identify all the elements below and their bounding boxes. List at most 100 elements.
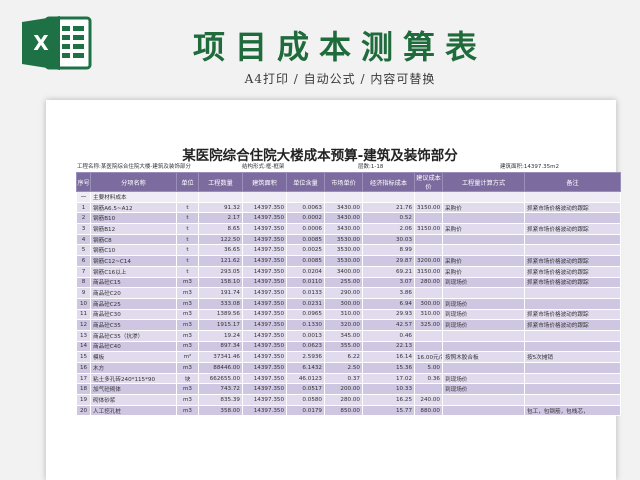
column-header[interactable]: 建筑面积: [242, 172, 287, 192]
remark-cell[interactable]: 抓紧市场价格波动的跟踪: [524, 308, 621, 321]
remark-cell[interactable]: 按5次摊销: [524, 351, 621, 363]
quantity-cell[interactable]: 897.34: [198, 340, 243, 353]
item-name-cell[interactable]: 商品砼C35（抗渗）: [90, 329, 177, 342]
quantity-cell[interactable]: 333.08: [198, 297, 243, 310]
calc-method-cell[interactable]: [442, 362, 525, 374]
index-cost-cell[interactable]: 22.13: [362, 340, 415, 353]
row-number-cell[interactable]: 12: [76, 319, 91, 331]
calc-method-cell[interactable]: [442, 329, 525, 342]
table-row[interactable]: 16 木方 m3 88446.00 14397.350 6.1432 2.50 15.36 5.…: [76, 362, 621, 374]
suggested-price-cell[interactable]: 3150.00: [414, 265, 443, 278]
index-cost-cell[interactable]: 29.93: [362, 308, 415, 321]
unit-content-cell[interactable]: 0.0204: [286, 265, 325, 278]
suggested-price-cell[interactable]: 325.00: [414, 319, 443, 331]
calc-method-cell[interactable]: [442, 404, 525, 417]
building-area-cell[interactable]: 14397.350: [242, 265, 287, 278]
building-area-cell[interactable]: 14397.350: [242, 287, 287, 299]
column-header[interactable]: 序号: [76, 172, 91, 192]
market-price-cell[interactable]: 850.00: [324, 404, 363, 417]
calc-method-cell[interactable]: 按照木胶合板: [442, 351, 525, 363]
column-header[interactable]: 建议成本价: [414, 172, 443, 192]
calc-method-cell[interactable]: 采购价: [442, 265, 525, 278]
suggested-price-cell[interactable]: 310.00: [414, 308, 443, 321]
item-name-cell[interactable]: 木方: [90, 362, 177, 374]
column-header[interactable]: 单位: [176, 172, 199, 192]
table-row[interactable]: 8 商品砼C15 m3 158.10 14397.350 0.0110 255.00 3.07…: [76, 276, 621, 289]
row-number-cell[interactable]: 10: [76, 297, 91, 310]
building-area-cell[interactable]: 14397.350: [242, 276, 287, 289]
calc-method-cell[interactable]: [442, 394, 525, 406]
market-price-cell[interactable]: 280.00: [324, 394, 363, 406]
quantity-cell[interactable]: 121.62: [198, 255, 243, 267]
unit-content-cell[interactable]: 0.0965: [286, 308, 325, 321]
unit-cell[interactable]: m3: [176, 362, 199, 374]
index-cost-cell[interactable]: 17.02: [362, 372, 415, 385]
remark-cell[interactable]: [524, 394, 621, 406]
row-number-cell[interactable]: 9: [76, 287, 91, 299]
quantity-cell[interactable]: 88446.00: [198, 362, 243, 374]
column-header[interactable]: 分项名称: [90, 172, 177, 192]
index-cost-cell[interactable]: 16.25: [362, 394, 415, 406]
market-price-cell[interactable]: 3530.00: [324, 244, 363, 257]
unit-content-cell[interactable]: 0.0006: [286, 223, 325, 235]
building-area-cell[interactable]: 14397.350: [242, 319, 287, 331]
unit-cell[interactable]: t: [176, 255, 199, 267]
unit-content-cell[interactable]: 0.0179: [286, 404, 325, 417]
remark-cell[interactable]: [524, 297, 621, 310]
market-price-cell[interactable]: 345.00: [324, 329, 363, 342]
index-cost-cell[interactable]: 0.52: [362, 212, 415, 225]
table-row[interactable]: 17 粘土多孔砖240*115*90 块 662655.00 14397.350 46.0…: [76, 372, 621, 385]
unit-cell[interactable]: m3: [176, 276, 199, 289]
item-name-cell[interactable]: 钢筋A6.5~A12: [90, 201, 177, 214]
calc-method-cell[interactable]: 到现场价: [442, 383, 525, 396]
row-number-cell[interactable]: 1: [76, 201, 91, 214]
unit-cell[interactable]: m3: [176, 308, 199, 321]
building-area-cell[interactable]: 14397.350: [242, 351, 287, 363]
building-area-cell[interactable]: 14397.350: [242, 383, 287, 396]
index-cost-cell[interactable]: 15.77: [362, 404, 415, 417]
remark-cell[interactable]: [524, 340, 621, 353]
remark-cell[interactable]: 抓紧市场价格波动的跟踪: [524, 255, 621, 267]
building-area-cell[interactable]: 14397.350: [242, 297, 287, 310]
column-header[interactable]: 经济指标成本: [362, 172, 415, 192]
calc-method-cell[interactable]: 到现场价: [442, 308, 525, 321]
unit-content-cell[interactable]: 0.0517: [286, 383, 325, 396]
calc-method-cell[interactable]: 到现场价: [442, 319, 525, 331]
index-cost-cell[interactable]: 21.76: [362, 201, 415, 214]
building-area-cell[interactable]: 14397.350: [242, 244, 287, 257]
item-name-cell[interactable]: 钢筋C16以上: [90, 265, 177, 278]
unit-cell[interactable]: t: [176, 201, 199, 214]
item-name-cell[interactable]: 商品砼C30: [90, 308, 177, 321]
row-number-cell[interactable]: 6: [76, 255, 91, 267]
row-number-cell[interactable]: 15: [76, 351, 91, 363]
remark-cell[interactable]: [524, 287, 621, 299]
remark-cell[interactable]: [524, 329, 621, 342]
quantity-cell[interactable]: 19.24: [198, 329, 243, 342]
building-area-cell[interactable]: 14397.350: [242, 223, 287, 235]
suggested-price-cell[interactable]: [414, 329, 443, 342]
item-name-cell[interactable]: 粘土多孔砖240*115*90: [90, 372, 177, 385]
market-price-cell[interactable]: 355.00: [324, 340, 363, 353]
table-row[interactable]: 19 砌体砂浆 m3 835.39 14397.350 0.0580 280.00 16.25…: [76, 394, 621, 406]
index-cost-cell[interactable]: 0.46: [362, 329, 415, 342]
row-number-cell[interactable]: 11: [76, 308, 91, 321]
suggested-price-cell[interactable]: 16.00元/吊: [414, 351, 443, 363]
building-area-cell[interactable]: 14397.350: [242, 394, 287, 406]
market-price-cell[interactable]: 3530.00: [324, 255, 363, 267]
unit-cell[interactable]: m3: [176, 297, 199, 310]
market-price-cell[interactable]: 3430.00: [324, 201, 363, 214]
unit-content-cell[interactable]: 6.1432: [286, 362, 325, 374]
building-area-cell[interactable]: 14397.350: [242, 212, 287, 225]
item-name-cell[interactable]: 商品砼C35: [90, 319, 177, 331]
remark-cell[interactable]: [524, 233, 621, 246]
unit-cell[interactable]: 块: [176, 372, 199, 385]
item-name-cell[interactable]: 加气砼砌体: [90, 383, 177, 396]
calc-method-cell[interactable]: 到现场价: [442, 297, 525, 310]
table-row[interactable]: 2 钢筋B10 t 2.17 14397.350 0.0002 3430.00 0.52: [76, 212, 621, 225]
row-number-cell[interactable]: 2: [76, 212, 91, 225]
row-number-cell[interactable]: 20: [76, 404, 91, 417]
suggested-price-cell[interactable]: [414, 244, 443, 257]
row-number-cell[interactable]: 17: [76, 372, 91, 385]
table-row[interactable]: 5 钢筋C10 t 36.65 14397.350 0.0025 3530.00 8.99: [76, 244, 621, 257]
quantity-cell[interactable]: 1389.56: [198, 308, 243, 321]
